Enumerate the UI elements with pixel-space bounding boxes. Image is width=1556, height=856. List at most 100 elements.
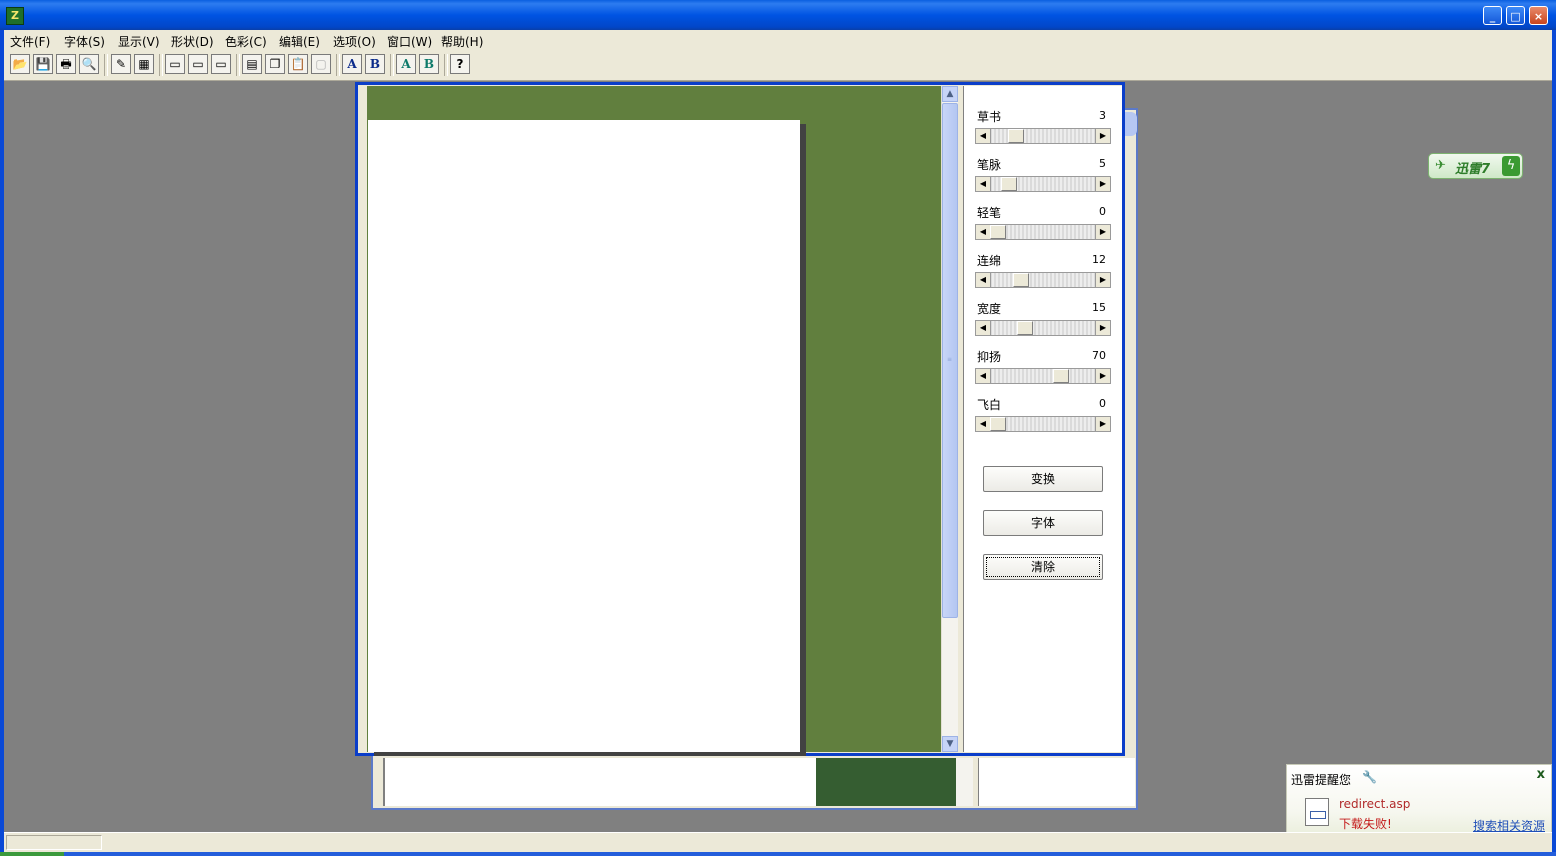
slider-label-kuandu: 宽度	[977, 302, 1002, 316]
slider-thumb[interactable]	[1008, 129, 1024, 143]
layout-1-button[interactable]: ▭	[165, 54, 185, 74]
vertical-scrollbar[interactable]: ▲ ≡ ▼	[941, 86, 958, 752]
layout-3-button[interactable]: ▭	[211, 54, 231, 74]
slider-right-arrow-icon[interactable]: ▶	[1095, 369, 1110, 383]
notification-close-icon[interactable]: x	[1537, 767, 1545, 782]
font-b-button[interactable]: B	[365, 54, 385, 74]
scroll-thumb[interactable]: ≡	[942, 103, 958, 618]
minimize-button[interactable]: _	[1483, 6, 1502, 25]
maximize-button[interactable]: □	[1506, 6, 1525, 25]
slider-lianmian[interactable]: ◀ ▶	[975, 272, 1111, 288]
slider-thumb[interactable]	[990, 417, 1006, 431]
background-window-tab[interactable]	[1123, 112, 1137, 136]
font-a-icon: A	[347, 57, 357, 71]
transform-button[interactable]: 变换	[983, 466, 1103, 492]
font-b-icon: B	[369, 57, 381, 71]
layout-2-button[interactable]: ▭	[188, 54, 208, 74]
disabled-button: ▢	[311, 54, 331, 74]
toolbar-separator	[390, 54, 394, 76]
slider-right-arrow-icon[interactable]: ▶	[1095, 129, 1110, 143]
scroll-grip-icon: ≡	[947, 356, 953, 363]
slider-bimai[interactable]: ◀ ▶	[975, 176, 1111, 192]
slider-value-bimai: 5	[1099, 157, 1106, 170]
layout-3-icon: ▭	[215, 57, 227, 71]
color-b-button[interactable]: B	[419, 54, 439, 74]
document-window[interactable]: ▲ ≡ ▼ 草书 3 ◀ ▶ 笔脉 5 ◀ ▶ 轻笔 0 ◀ ▶ 连绵 12 ◀	[355, 82, 1125, 756]
slider-left-arrow-icon[interactable]: ◀	[976, 225, 991, 239]
slider-left-arrow-icon[interactable]: ◀	[976, 369, 991, 383]
menu-file[interactable]: 文件(F)	[10, 33, 50, 50]
paste-button[interactable]: 📋	[288, 54, 308, 74]
background-panel	[978, 758, 1135, 806]
save-button[interactable]: 💾	[33, 54, 53, 74]
scroll-up-button[interactable]: ▲	[942, 86, 958, 102]
slider-left-arrow-icon[interactable]: ◀	[976, 273, 991, 287]
background-scrollbar[interactable]	[956, 758, 973, 806]
menu-font[interactable]: 字体(S)	[64, 33, 105, 50]
drawing-canvas[interactable]	[367, 86, 941, 752]
slider-thumb[interactable]	[1053, 369, 1069, 383]
slider-thumb[interactable]	[1017, 321, 1033, 335]
paste-icon: 📋	[290, 57, 306, 71]
toolbar-separator	[236, 54, 240, 76]
open-icon: 📂	[12, 57, 28, 71]
slider-qingbi[interactable]: ◀ ▶	[975, 224, 1111, 240]
menu-edit[interactable]: 编辑(E)	[279, 33, 320, 50]
pen-button[interactable]: ✎	[111, 54, 131, 74]
slider-left-arrow-icon[interactable]: ◀	[976, 417, 991, 431]
background-paper	[383, 758, 817, 806]
font-a-button[interactable]: A	[342, 54, 362, 74]
menu-options[interactable]: 选项(O)	[333, 33, 376, 50]
menu-shape[interactable]: 形状(D)	[171, 33, 214, 50]
print-preview-button[interactable]: 🔍	[79, 54, 99, 74]
status-cell	[6, 835, 102, 850]
slider-yiyang[interactable]: ◀ ▶	[975, 368, 1111, 384]
slider-left-arrow-icon[interactable]: ◀	[976, 129, 991, 143]
thunder-floating-badge[interactable]: ✈ 迅雷7 ϟ	[1428, 153, 1523, 179]
start-button[interactable]	[0, 852, 64, 856]
paper-page[interactable]	[368, 120, 800, 752]
slider-thumb[interactable]	[1013, 273, 1029, 287]
slider-kuandu[interactable]: ◀ ▶	[975, 320, 1111, 336]
slider-right-arrow-icon[interactable]: ▶	[1095, 321, 1110, 335]
menu-view[interactable]: 显示(V)	[118, 33, 160, 50]
menu-color[interactable]: 色彩(C)	[225, 33, 267, 50]
thunder-bird-icon: ✈	[1435, 158, 1446, 173]
cut-icon: ▤	[246, 57, 258, 71]
menu-help[interactable]: 帮助(H)	[441, 33, 483, 50]
slider-feibai[interactable]: ◀ ▶	[975, 416, 1111, 432]
menu-window[interactable]: 窗口(W)	[387, 33, 432, 50]
slider-caoshu[interactable]: ◀ ▶	[975, 128, 1111, 144]
copy-button[interactable]: ❐	[265, 54, 285, 74]
color-a-button[interactable]: A	[396, 54, 416, 74]
font-button[interactable]: 字体	[983, 510, 1103, 536]
file-icon	[1305, 798, 1329, 826]
scroll-down-button[interactable]: ▼	[942, 736, 958, 752]
slider-right-arrow-icon[interactable]: ▶	[1095, 417, 1110, 431]
close-button[interactable]: ×	[1529, 6, 1548, 25]
cut-button[interactable]: ▤	[242, 54, 262, 74]
slider-left-arrow-icon[interactable]: ◀	[976, 177, 991, 191]
print-button[interactable]: 🖶	[56, 54, 76, 74]
slider-thumb[interactable]	[990, 225, 1006, 239]
slider-label-lianmian: 连绵	[977, 254, 1002, 268]
help-button[interactable]: ?	[450, 54, 470, 74]
slider-thumb[interactable]	[1001, 177, 1017, 191]
slider-left-arrow-icon[interactable]: ◀	[976, 321, 991, 335]
app-icon[interactable]: Z	[6, 7, 24, 25]
notification-filename[interactable]: redirect.asp	[1339, 797, 1410, 811]
background-canvas	[816, 758, 956, 806]
slider-right-arrow-icon[interactable]: ▶	[1095, 177, 1110, 191]
save-icon: 💾	[35, 57, 51, 71]
slider-right-arrow-icon[interactable]: ▶	[1095, 273, 1110, 287]
toolbar-separator	[444, 54, 448, 76]
clear-button[interactable]: 清除	[983, 554, 1103, 580]
title-bar[interactable]: Z _ □ ×	[0, 0, 1556, 30]
slider-right-arrow-icon[interactable]: ▶	[1095, 225, 1110, 239]
open-button[interactable]: 📂	[10, 54, 30, 74]
taskbar[interactable]	[0, 852, 1556, 856]
disabled-icon: ▢	[315, 57, 327, 71]
style-panel: 草书 3 ◀ ▶ 笔脉 5 ◀ ▶ 轻笔 0 ◀ ▶ 连绵 12 ◀ ▶ 宽度 …	[963, 86, 1122, 752]
grid-button[interactable]: ▦	[134, 54, 154, 74]
slider-label-yiyang: 抑扬	[977, 350, 1002, 364]
